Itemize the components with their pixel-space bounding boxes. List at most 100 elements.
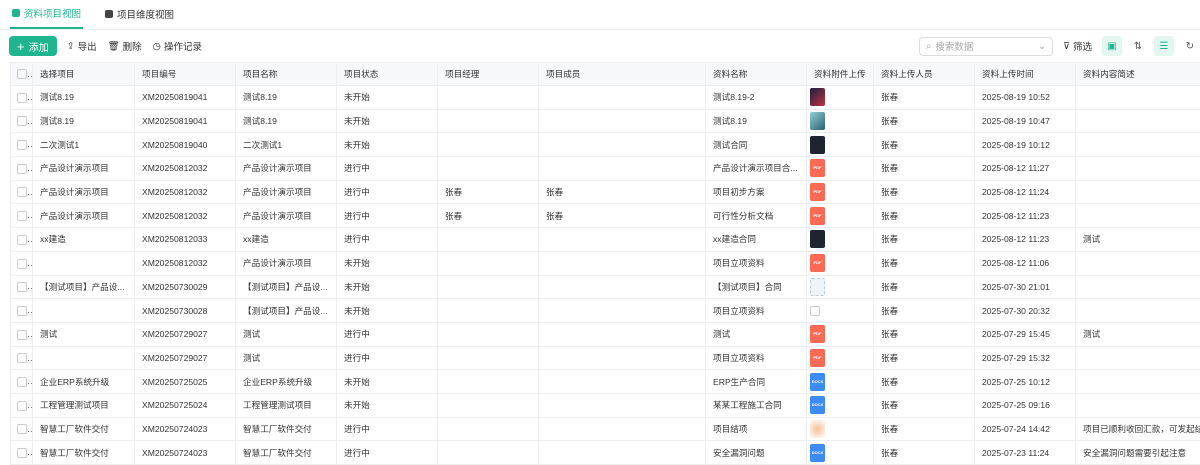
delete-button[interactable]: 🗑删除 [108, 39, 142, 53]
table-row[interactable]: 【测试项目】产品设...XM20250730029【测试项目】产品设...未开始… [11, 275, 1200, 299]
column-header[interactable]: 资料上传人员 [874, 63, 975, 86]
search-input[interactable]: ⌕搜索数据⌄ [919, 37, 1053, 56]
row-checkbox[interactable] [11, 180, 33, 204]
table-row[interactable]: xx建造XM20250812033xx建造进行中xx建造合同张春2025-08-… [11, 228, 1200, 252]
column-header[interactable]: 项目成员 [539, 63, 706, 86]
cell-0: 产品设计演示项目 [33, 204, 135, 228]
table-row[interactable]: 二次测试1XM20250819040二次测试1未开始测试合同张春2025-08-… [11, 133, 1200, 157]
pdf-file-icon[interactable]: PDF [810, 159, 825, 177]
table-row[interactable]: 产品设计演示项目XM20250812032产品设计演示项目进行中张春张春可行性分… [11, 204, 1200, 228]
cell-1: XM20250812032 [135, 204, 236, 228]
card-view-button[interactable]: ▣ [1102, 36, 1122, 56]
row-checkbox[interactable] [11, 133, 33, 157]
sort-button[interactable]: ⇅ [1128, 36, 1148, 56]
docx-file-icon[interactable]: DOCX [810, 396, 825, 414]
pdf-file-icon[interactable]: PDF [810, 325, 825, 343]
row-checkbox[interactable] [11, 417, 33, 441]
column-header[interactable]: 资料上传时间 [975, 63, 1076, 86]
column-header[interactable]: 项目状态 [337, 63, 438, 86]
cell-6: ERP生产合同 [706, 370, 807, 394]
cell-5 [539, 299, 706, 323]
cell-8: 张春 [874, 204, 975, 228]
cell-6: 测试8.19 [706, 109, 807, 133]
dark-file-icon[interactable] [810, 136, 825, 154]
cell-3: 未开始 [337, 370, 438, 394]
table-row[interactable]: XM20250812032产品设计演示项目未开始项目立项资料PDF张春2025-… [11, 251, 1200, 275]
select-all-checkbox[interactable] [11, 63, 33, 86]
row-checkbox[interactable] [11, 275, 33, 299]
row-checkbox[interactable] [11, 346, 33, 370]
row-checkbox[interactable] [11, 204, 33, 228]
cell-10: 项目已顺利收回汇款，可发起结项 [1076, 417, 1200, 441]
chevron-down-icon: ⌄ [1038, 41, 1046, 52]
row-checkbox[interactable] [11, 393, 33, 417]
pdf-file-icon[interactable]: PDF [810, 349, 825, 367]
row-checkbox[interactable] [11, 322, 33, 346]
row-density-button[interactable]: ☰ [1154, 36, 1174, 56]
cell-6: 项目立项资料 [706, 299, 807, 323]
tab-material-project-view[interactable]: 资料项目视图 [10, 0, 83, 29]
column-header[interactable]: 项目编号 [135, 63, 236, 86]
column-header[interactable]: 项目经理 [438, 63, 539, 86]
table-row[interactable]: 智慧工厂软件交付XM20250724023智慧工厂软件交付进行中安全漏洞问题DO… [11, 441, 1200, 465]
table-row[interactable]: 产品设计演示项目XM20250812032产品设计演示项目进行中张春张春项目初步… [11, 180, 1200, 204]
cell-2: 二次测试1 [236, 133, 337, 157]
cell-6: 某某工程施工合同 [706, 393, 807, 417]
attachment-cell: PDF [807, 322, 874, 346]
table-row[interactable]: 产品设计演示项目XM20250812032产品设计演示项目进行中产品设计演示项目… [11, 157, 1200, 181]
dark-file-icon[interactable] [810, 230, 825, 248]
cell-3: 进行中 [337, 157, 438, 181]
cell-1: XM20250730029 [135, 275, 236, 299]
add-button[interactable]: +添加 [9, 36, 57, 56]
cell-6: 测试8.19-2 [706, 86, 807, 110]
row-checkbox[interactable] [11, 228, 33, 252]
row-checkbox[interactable] [11, 299, 33, 323]
peach-file-icon[interactable] [810, 420, 825, 438]
table-row[interactable]: 测试8.19XM20250819041测试8.19未开始测试8.19张春2025… [11, 109, 1200, 133]
light-file-icon[interactable] [810, 278, 825, 296]
pdf-file-icon[interactable]: PDF [810, 207, 825, 225]
cell-5: 张春 [539, 204, 706, 228]
column-header[interactable]: 资料内容简述 [1076, 63, 1200, 86]
column-header[interactable]: 项目名称 [236, 63, 337, 86]
tab-project-dimension-view[interactable]: 项目维度视图 [103, 0, 176, 29]
plus-icon: + [17, 39, 25, 54]
export-button[interactable]: ⇪导出 [67, 39, 97, 53]
cell-9: 2025-08-19 10:47 [975, 109, 1076, 133]
column-header[interactable]: 资料附件上传 [807, 63, 874, 86]
table-row[interactable]: 智慧工厂软件交付XM20250724023智慧工厂软件交付进行中项目结项张春20… [11, 417, 1200, 441]
row-checkbox[interactable] [11, 109, 33, 133]
photo2-file-icon[interactable] [810, 112, 825, 130]
cell-3: 未开始 [337, 299, 438, 323]
row-checkbox[interactable] [11, 441, 33, 465]
filter-button[interactable]: ⊽筛选 [1063, 39, 1092, 53]
docx-file-icon[interactable]: DOCX [810, 373, 825, 391]
docx-file-icon[interactable]: DOCX [810, 444, 825, 462]
table-row[interactable]: 工程管理测试项目XM20250725024工程管理测试项目未开始某某工程施工合同… [11, 393, 1200, 417]
cell-3: 未开始 [337, 393, 438, 417]
attachment-cell: DOCX [807, 441, 874, 465]
photo1-file-icon[interactable] [810, 88, 825, 106]
row-checkbox[interactable] [11, 251, 33, 275]
cell-1: XM20250729027 [135, 346, 236, 370]
column-header[interactable]: 选择项目 [33, 63, 135, 86]
operation-log-button[interactable]: ◷操作记录 [153, 39, 202, 53]
attachment-cell [807, 299, 874, 323]
table-row[interactable]: XM20250730028【测试项目】产品设...未开始项目立项资料张春2025… [11, 299, 1200, 323]
attachment-cell: DOCX [807, 370, 874, 394]
row-checkbox[interactable] [11, 86, 33, 110]
column-header[interactable]: 资料名称 [706, 63, 807, 86]
table-row[interactable]: 企业ERP系统升级XM20250725025企业ERP系统升级未开始ERP生产合… [11, 370, 1200, 394]
row-checkbox[interactable] [11, 370, 33, 394]
table-row[interactable]: XM20250729027测试进行中项目立项资料PDF张春2025-07-29 … [11, 346, 1200, 370]
row-checkbox[interactable] [11, 157, 33, 181]
table-row[interactable]: 测试XM20250729027测试进行中测试PDF张春2025-07-29 15… [11, 322, 1200, 346]
cell-2: 工程管理测试项目 [236, 393, 337, 417]
refresh-button[interactable]: ↻ [1180, 36, 1200, 56]
broken-file-icon[interactable] [810, 306, 820, 316]
pdf-file-icon[interactable]: PDF [810, 183, 825, 201]
cell-0: 工程管理测试项目 [33, 393, 135, 417]
table-row[interactable]: 测试8.19XM20250819041测试8.19未开始测试8.19-2张春20… [11, 86, 1200, 110]
cell-0: 二次测试1 [33, 133, 135, 157]
pdf-file-icon[interactable]: PDF [810, 254, 825, 272]
